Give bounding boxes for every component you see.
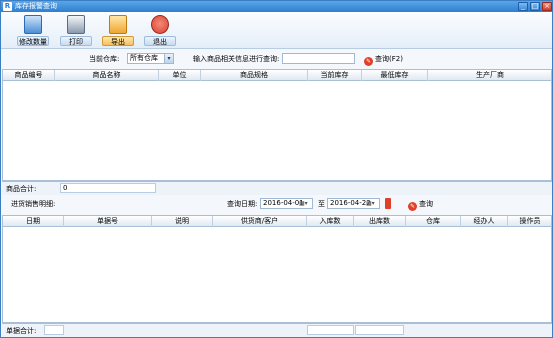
search-input[interactable] xyxy=(282,53,355,64)
detail-total-in xyxy=(307,325,354,335)
query-button[interactable]: ✎ 查询(F2) xyxy=(364,54,403,66)
export-icon xyxy=(109,15,127,34)
column-header[interactable]: 供货商/客户 xyxy=(213,216,307,227)
edit-quantity-button[interactable]: 修改数量 xyxy=(17,14,49,47)
detail-label: 进货销售明细: xyxy=(11,200,56,208)
detail-bar: 进货销售明细: 查询日期: 2016-04-01 ▦▾ 至 2016-04-22… xyxy=(1,195,552,215)
date-to-picker[interactable]: 2016-04-22 ▦▾ xyxy=(327,198,380,209)
column-header[interactable]: 日期 xyxy=(3,216,64,227)
column-header[interactable]: 当前库存 xyxy=(308,70,362,81)
column-header[interactable]: 操作员 xyxy=(508,216,552,227)
minimize-button[interactable]: _ xyxy=(518,2,528,11)
column-header[interactable]: 单据号 xyxy=(64,216,152,227)
detail-query-button[interactable]: ✎ 查询 xyxy=(408,199,433,211)
chevron-down-icon: ▾ xyxy=(164,54,173,63)
goods-summary-bar: 商品合计: 0 xyxy=(2,181,552,195)
export-label: 导出 xyxy=(102,36,134,46)
column-header[interactable]: 仓库 xyxy=(406,216,461,227)
column-header[interactable]: 最低库存 xyxy=(362,70,428,81)
date-to-label: 至 xyxy=(318,200,325,208)
toolbar: 修改数量 打印 导出 退出 xyxy=(1,12,552,49)
query-icon: ✎ xyxy=(364,57,373,66)
exit-icon xyxy=(151,15,169,34)
detail-grid: 日期 单据号 说明 供货商/客户 入库数 出库数 仓库 经办人 操作员 xyxy=(2,215,552,323)
warehouse-select[interactable]: 所有仓库 ▾ xyxy=(127,53,174,64)
goods-total-value: 0 xyxy=(60,183,156,193)
column-header[interactable]: 商品编号 xyxy=(3,70,55,81)
print-label: 打印 xyxy=(60,36,92,46)
date-spinner[interactable] xyxy=(385,198,391,209)
calendar-icon: ▦▾ xyxy=(366,200,375,207)
main-window: R 库存报警查询 _ □ × 修改数量 打印 导出 退出 当前仓库: 所有仓库 … xyxy=(0,0,553,338)
export-button[interactable]: 导出 xyxy=(102,14,134,47)
column-header[interactable]: 说明 xyxy=(152,216,213,227)
query-icon: ✎ xyxy=(408,202,417,211)
warehouse-select-value: 所有仓库 xyxy=(130,54,158,62)
column-header[interactable]: 出库数 xyxy=(354,216,406,227)
print-button[interactable]: 打印 xyxy=(60,14,92,47)
calendar-icon: ▦▾ xyxy=(299,200,308,207)
goods-grid: 商品编号 商品名称 单位 商品规格 当前库存 最低库存 生产厂商 xyxy=(2,69,552,181)
detail-summary-bar: 单据合计: xyxy=(2,323,552,337)
search-label: 输入商品相关信息进行查询: xyxy=(193,55,280,63)
date-from-picker[interactable]: 2016-04-01 ▦▾ xyxy=(260,198,313,209)
column-header[interactable]: 商品规格 xyxy=(201,70,308,81)
exit-button[interactable]: 退出 xyxy=(144,14,176,47)
warehouse-label: 当前仓库: xyxy=(89,55,120,63)
date-label: 查询日期: xyxy=(227,200,258,208)
goods-total-label: 商品合计: xyxy=(6,185,37,193)
detail-total-out xyxy=(355,325,404,335)
edit-icon xyxy=(24,15,42,34)
column-header[interactable]: 经办人 xyxy=(461,216,508,227)
column-header[interactable]: 单位 xyxy=(159,70,201,81)
detail-total-label: 单据合计: xyxy=(6,327,37,335)
column-header[interactable]: 入库数 xyxy=(307,216,354,227)
window-title: 库存报警查询 xyxy=(15,2,57,10)
detail-total-count xyxy=(44,325,64,335)
exit-label: 退出 xyxy=(144,36,176,46)
maximize-button[interactable]: □ xyxy=(530,2,540,11)
column-header[interactable]: 生产厂商 xyxy=(428,70,552,81)
goods-grid-header: 商品编号 商品名称 单位 商品规格 当前库存 最低库存 生产厂商 xyxy=(3,70,551,81)
column-header[interactable]: 商品名称 xyxy=(55,70,159,81)
filter-bar: 当前仓库: 所有仓库 ▾ 输入商品相关信息进行查询: ✎ 查询(F2) xyxy=(1,49,552,69)
printer-icon xyxy=(67,15,85,34)
app-icon: R xyxy=(3,2,12,11)
title-bar: R 库存报警查询 _ □ × xyxy=(1,1,552,12)
close-button[interactable]: × xyxy=(542,2,552,11)
detail-grid-header: 日期 单据号 说明 供货商/客户 入库数 出库数 仓库 经办人 操作员 xyxy=(3,216,551,227)
edit-quantity-label: 修改数量 xyxy=(17,36,49,46)
